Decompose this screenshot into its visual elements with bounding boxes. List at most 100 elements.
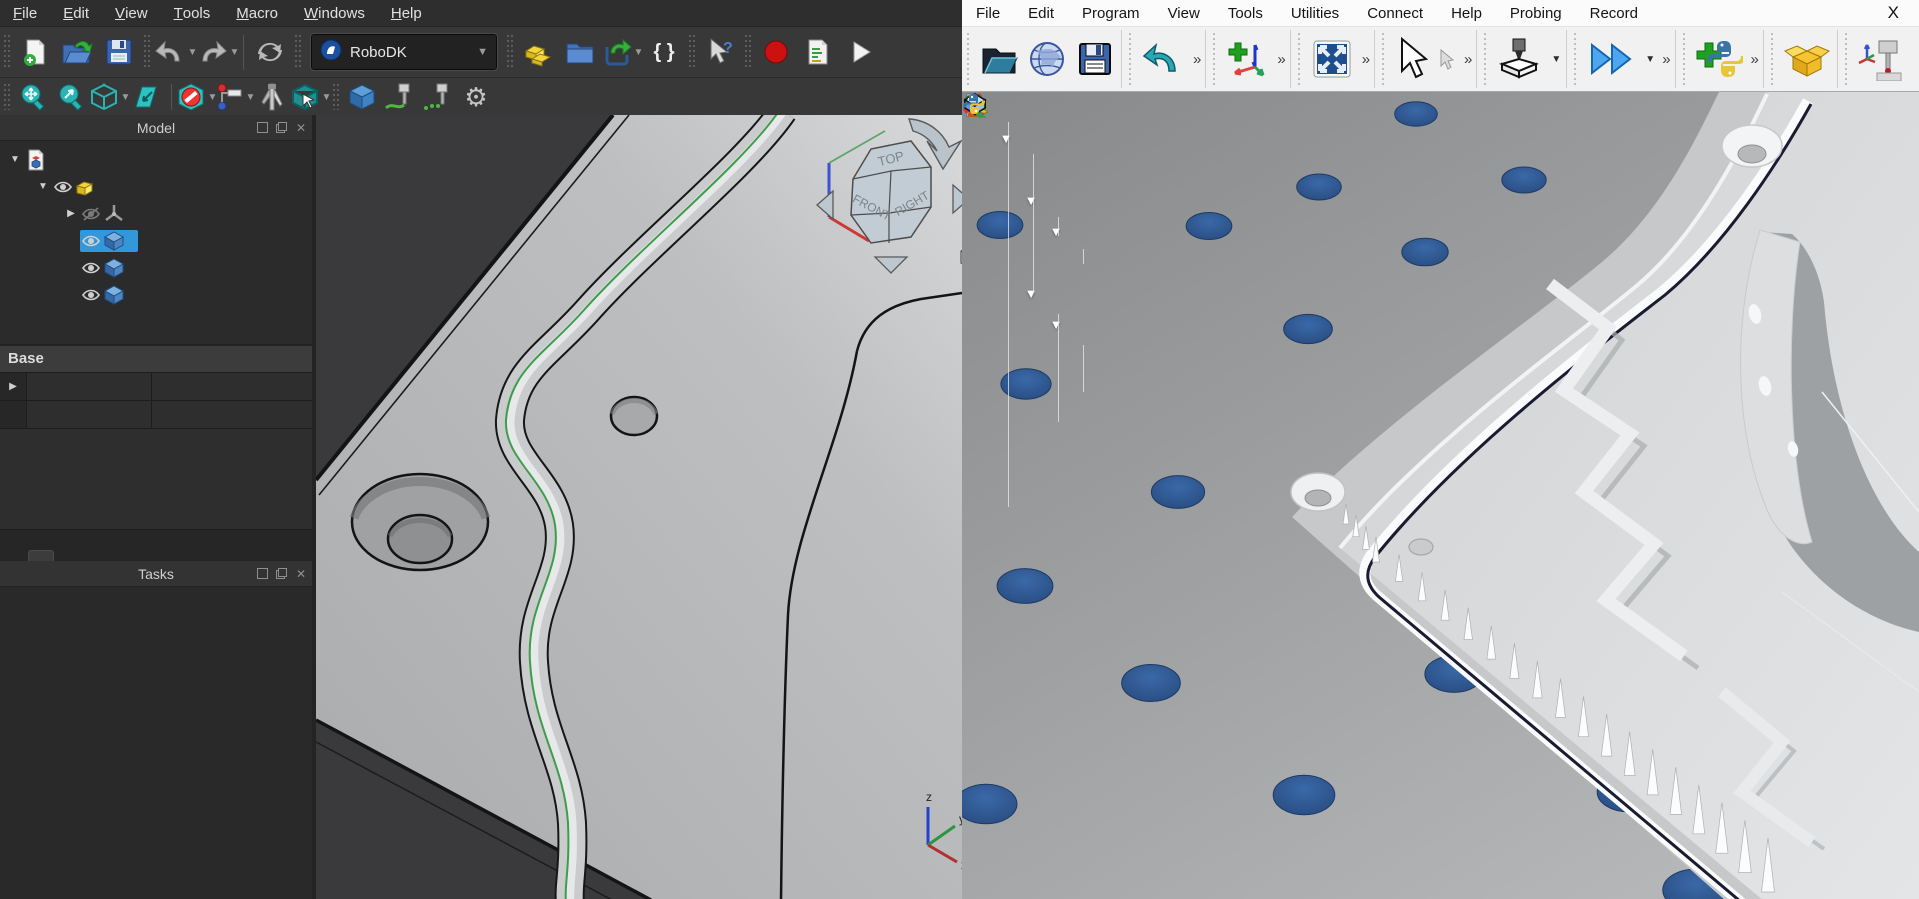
- station-tree-item-work-frame[interactable]: ▼: [962, 278, 1382, 309]
- undo-button[interactable]: [1137, 33, 1189, 85]
- toolbar-grip[interactable]: [1572, 33, 1579, 85]
- curve-follow-project-button[interactable]: [383, 81, 417, 113]
- freecad-3d-viewport[interactable]: TOP FRONT RIGHT: [316, 115, 962, 899]
- dropdown-caret[interactable]: ▼: [121, 92, 131, 103]
- fit-all-button[interactable]: [1306, 33, 1358, 85]
- expander-down-icon[interactable]: ▼: [1020, 286, 1042, 301]
- define-tcp-button[interactable]: [1853, 33, 1909, 85]
- tree-item-gear[interactable]: [0, 281, 312, 308]
- toolbar-overflow-chevron[interactable]: »: [1460, 51, 1474, 68]
- tree-item-part[interactable]: ▼: [0, 146, 312, 173]
- station-tree-item-curve[interactable]: [962, 433, 1382, 464]
- toolbar-grip[interactable]: [1296, 33, 1303, 85]
- fit-selection-button[interactable]: [54, 81, 88, 113]
- expander-down-icon[interactable]: ▼: [995, 131, 1017, 146]
- redo-button[interactable]: ▼: [198, 32, 236, 72]
- toolbar-grip[interactable]: [1482, 33, 1489, 85]
- toolbar-overflow-chevron[interactable]: »: [1273, 51, 1287, 68]
- dependency-button[interactable]: ▼: [217, 81, 251, 113]
- station-tree-item-freecad-dispensing[interactable]: ▼: [962, 92, 1382, 123]
- menu-file[interactable]: File: [0, 0, 50, 26]
- select-alt-tool-button[interactable]: [1432, 33, 1460, 85]
- station-tree-item-part-0[interactable]: [962, 340, 1382, 371]
- toolbar-overflow-chevron[interactable]: »: [1658, 51, 1672, 68]
- dropdown-caret[interactable]: ▼: [1548, 54, 1564, 65]
- add-reference-frame-button[interactable]: [1221, 33, 1273, 85]
- dock-icon[interactable]: [255, 567, 269, 581]
- toolbar-grip[interactable]: [1380, 33, 1387, 85]
- toolbar-grip[interactable]: [1681, 33, 1688, 85]
- toolbar-grip[interactable]: [332, 84, 340, 111]
- station-tree-item-part-base[interactable]: ▼: [962, 309, 1382, 340]
- toolbar-grip[interactable]: [1127, 33, 1134, 85]
- record-macro-button[interactable]: [757, 32, 795, 72]
- align-view-button[interactable]: [130, 81, 164, 113]
- toolbar-grip[interactable]: [3, 35, 11, 70]
- dropdown-caret[interactable]: ▼: [246, 92, 256, 103]
- station-tree-item-gunend[interactable]: [962, 464, 1382, 495]
- menu-utilities[interactable]: Utilities: [1277, 0, 1353, 26]
- menu-macro[interactable]: Macro: [223, 0, 291, 26]
- menu-view[interactable]: View: [102, 0, 161, 26]
- tab-view[interactable]: [2, 551, 26, 561]
- machining-project-button[interactable]: [1492, 33, 1548, 85]
- run-macro-button[interactable]: [841, 32, 879, 72]
- edit-macro-button[interactable]: [799, 32, 837, 72]
- menu-tools[interactable]: Tools: [1214, 0, 1277, 26]
- new-document-button[interactable]: [16, 32, 54, 72]
- property-value[interactable]: [152, 401, 312, 428]
- menu-probing[interactable]: Probing: [1496, 0, 1576, 26]
- menu-edit[interactable]: Edit: [1014, 0, 1068, 26]
- toolbar-overflow-chevron[interactable]: »: [1747, 51, 1761, 68]
- fit-all-button[interactable]: [16, 81, 50, 113]
- expander-down-icon[interactable]: ▼: [1045, 224, 1067, 239]
- toolbar-grip[interactable]: [506, 35, 514, 70]
- station-tree-item-gunstart[interactable]: [962, 495, 1382, 526]
- select-tool-button[interactable]: [1390, 33, 1432, 85]
- add-python-program-button[interactable]: [1691, 33, 1747, 85]
- expander-down-icon[interactable]: ▼: [34, 181, 52, 192]
- float-icon[interactable]: [276, 568, 287, 579]
- tree-item-origin[interactable]: ▶: [0, 200, 312, 227]
- property-value[interactable]: [152, 373, 312, 400]
- toolbar-grip[interactable]: [294, 35, 302, 70]
- load-part-button[interactable]: [519, 32, 557, 72]
- station-tree-item-table[interactable]: [962, 154, 1382, 185]
- dropdown-caret[interactable]: ▼: [477, 46, 488, 58]
- menu-help[interactable]: Help: [1437, 0, 1496, 26]
- expander-right-icon[interactable]: ▶: [62, 208, 80, 219]
- window-close-button[interactable]: X: [1882, 0, 1905, 26]
- export-curve-button[interactable]: ▼: [603, 32, 641, 72]
- tab-data[interactable]: [28, 550, 54, 561]
- tree-item-base-plate[interactable]: [0, 227, 312, 254]
- open-file-button[interactable]: [975, 33, 1023, 85]
- point-follow-project-button[interactable]: [421, 81, 455, 113]
- workbench-selector[interactable]: RoboDK▼: [311, 34, 497, 70]
- menu-windows[interactable]: Windows: [291, 0, 378, 26]
- save-station-button[interactable]: [1071, 33, 1119, 85]
- toolbar-grip[interactable]: [143, 35, 151, 70]
- isometric-view-button[interactable]: ▼: [92, 81, 126, 113]
- robodk-part-button[interactable]: [345, 81, 379, 113]
- close-icon[interactable]: ✕: [294, 121, 308, 135]
- online-library-button[interactable]: [1023, 33, 1071, 85]
- station-tree-item-part-2[interactable]: [962, 402, 1382, 433]
- refresh-button[interactable]: [251, 32, 289, 72]
- export-simulation-button[interactable]: [1779, 33, 1835, 85]
- robodk-settings-button[interactable]: ⚙: [459, 81, 493, 113]
- toolbar-grip[interactable]: [1769, 33, 1776, 85]
- toolbar-grip[interactable]: [688, 35, 696, 70]
- property-row-placement[interactable]: ▶: [0, 373, 312, 401]
- menu-help[interactable]: Help: [378, 0, 435, 26]
- property-row-label[interactable]: [0, 401, 312, 429]
- station-tree-item-robodk-r-[interactable]: ▼: [962, 216, 1382, 247]
- station-tree-item-aim-ro-[interactable]: [962, 247, 1382, 278]
- menu-record[interactable]: Record: [1576, 0, 1652, 26]
- toolbar-grip[interactable]: [1843, 33, 1850, 85]
- dock-icon[interactable]: [255, 121, 269, 135]
- station-tree-item-part-1[interactable]: [962, 371, 1382, 402]
- open-station-button[interactable]: [561, 32, 599, 72]
- undo-button[interactable]: ▼: [156, 32, 194, 72]
- close-icon[interactable]: ✕: [294, 567, 308, 581]
- toolbar-grip[interactable]: [744, 35, 752, 70]
